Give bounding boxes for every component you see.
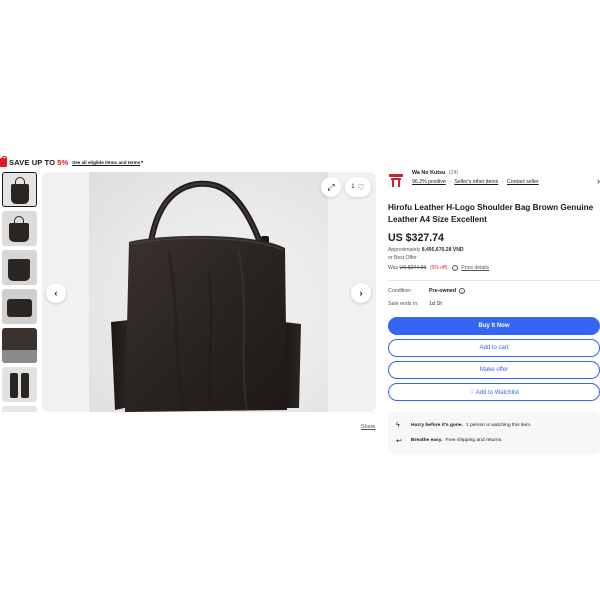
chevron-left-icon: ‹ (54, 288, 58, 298)
seller-info: Wa No Kutsu (24) 96.2% positive · Seller… (412, 170, 600, 185)
seller-positive-link[interactable]: 96.2% positive (412, 179, 446, 185)
promo-terms-link[interactable]: See all eligible items and terms (72, 160, 140, 165)
divider (388, 280, 600, 281)
previous-image-button[interactable]: ‹ (46, 283, 66, 303)
product-photo (89, 172, 328, 412)
thumbnail-6[interactable] (2, 367, 37, 402)
thumbnail-2[interactable] (2, 211, 37, 246)
callout-returns-text: Free shipping and returns. (445, 438, 503, 443)
main-image-panel: ‹ › ⤢ 1 ♡ (42, 172, 376, 412)
watch-count: 1 (351, 184, 355, 190)
condition-value: Pre-owned (429, 288, 457, 294)
contact-seller-link[interactable]: Contact seller (507, 179, 539, 185)
shoulder-bag-image (111, 180, 301, 412)
callout-returns: ↩ Breathe easy. Free shipping and return… (396, 433, 592, 448)
expand-icon: ⤢ (327, 181, 335, 192)
seller-card: Wa No Kutsu (24) 96.2% positive · Seller… (388, 170, 600, 192)
promo-arrow-icon: ▸ (141, 159, 144, 164)
watch-count-button[interactable]: 1 ♡ (345, 177, 371, 197)
promo-save-text: SAVE UP TO (9, 157, 56, 167)
add-to-cart-button[interactable]: Add to cart (388, 339, 600, 357)
chevron-right-icon: › (359, 288, 363, 298)
callout-watching-bold: Hurry before it's gone. (411, 423, 463, 428)
expand-image-button[interactable]: ⤢ (321, 177, 341, 197)
seller-feedback-count: (24) (448, 170, 459, 176)
discount-percent: (5% off) (429, 265, 448, 271)
was-price-row: Was US $344.99 (5% off) i Price details (388, 265, 600, 271)
seller-name-row: Wa No Kutsu (24) (412, 170, 600, 176)
item-title: Hirofu Leather H-Logo Shoulder Bag Brown… (388, 202, 600, 226)
make-offer-button[interactable]: Make offer (388, 361, 600, 379)
seller-other-items-link[interactable]: Seller's other items (454, 179, 498, 185)
approx-price: Approximately 8,495,676.28 VND (388, 247, 600, 253)
add-to-watchlist-button[interactable]: ♡ Add to Watchlist (388, 383, 600, 401)
sale-ends-value: 1d 1h (429, 301, 443, 307)
heart-icon: ♡ (357, 182, 365, 192)
condition-info-icon[interactable]: i (459, 288, 466, 294)
info-icon[interactable]: i (451, 265, 458, 271)
sale-ends-row: Sale ends in: 1d 1h (388, 301, 600, 307)
thumbnail-strip (2, 172, 38, 412)
callout-returns-bold: Breathe easy. (411, 438, 443, 443)
promo-percent: 5% (57, 157, 69, 167)
seller-links: 96.2% positive · Seller's other items · … (412, 179, 539, 185)
item-title-line1: Hirofu Leather H-Logo Shoulder Bag Brown… (388, 203, 594, 212)
price-details-link[interactable]: Price details (461, 265, 489, 271)
buy-it-now-button[interactable]: Buy It Now (388, 317, 600, 335)
listing-panel: Wa No Kutsu (24) 96.2% positive · Seller… (388, 170, 600, 454)
item-price: US $327.74 (388, 232, 444, 244)
seller-name[interactable]: Wa No Kutsu (412, 170, 445, 176)
lightning-icon: ϟ (396, 422, 400, 429)
thumbnail-5[interactable] (2, 328, 37, 363)
callout-watching: ϟ Hurry before it's gone. 1 person is wa… (396, 418, 592, 433)
best-offer-text: or Best Offer (388, 255, 417, 261)
promo-banner: SAVE UP TO 5% See all eligible items and… (0, 155, 144, 168)
callouts-box: ϟ Hurry before it's gone. 1 person is wa… (388, 412, 600, 454)
callout-watching-text: 1 person is watching this item. (465, 423, 532, 428)
was-label: Was (388, 265, 398, 271)
thumbnail-4[interactable] (2, 289, 37, 324)
seller-logo[interactable] (388, 172, 404, 188)
approx-value: 8,495,676.28 VND (421, 247, 464, 253)
approx-label: Approximately (388, 247, 421, 253)
condition-row: Condition: Pre-owned i (388, 288, 600, 294)
thumbnail-1[interactable] (2, 172, 37, 207)
condition-label: Condition: (388, 288, 412, 294)
item-title-line2: Leather A4 Size Excellent (388, 215, 487, 224)
thumbnail-3[interactable] (2, 250, 37, 285)
share-link[interactable]: Share (361, 424, 375, 430)
next-image-button[interactable]: › (351, 283, 371, 303)
shopping-bag-icon (0, 155, 7, 167)
was-price: US $344.99 (399, 265, 427, 271)
sale-ends-label: Sale ends in: (388, 301, 419, 307)
thumbnail-7[interactable] (2, 406, 37, 412)
return-arrow-icon: ↩ (396, 437, 402, 445)
